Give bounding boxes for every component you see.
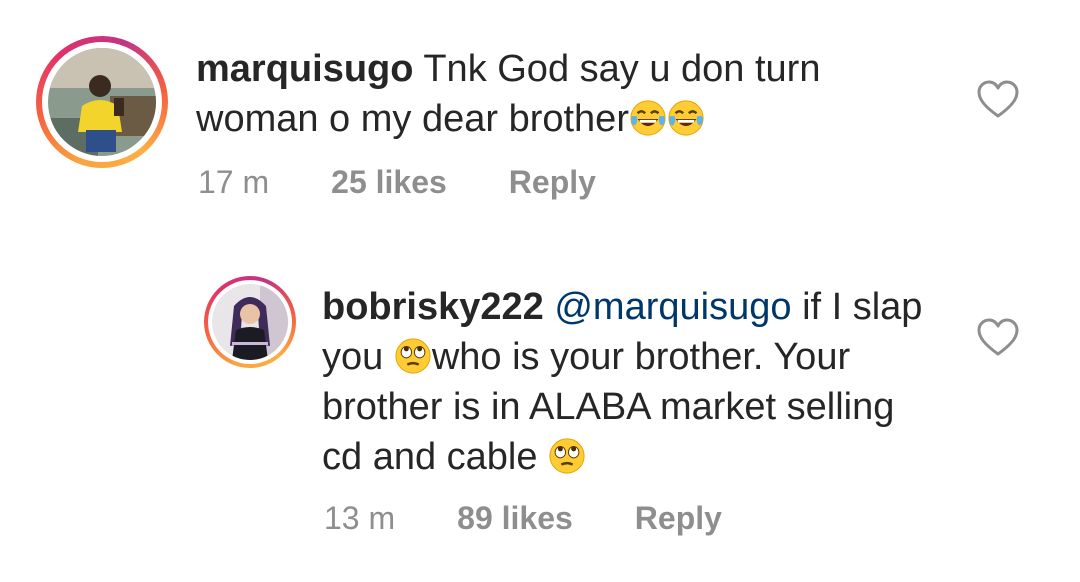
heart-icon[interactable] <box>976 80 1020 120</box>
likes-count[interactable]: 89 likes <box>457 500 573 537</box>
comment-item: marquisugo Tnk God say u don turn woman … <box>0 30 1080 220</box>
comment-time: 13 m <box>324 500 396 536</box>
comment-meta: 13 m 89 likes Reply <box>324 500 722 537</box>
comment-username[interactable]: bobrisky222 <box>322 286 544 328</box>
face-with-rolling-eyes-icon <box>394 337 432 375</box>
comment-meta: 17 m 25 likes Reply <box>198 164 596 201</box>
avatar-image <box>48 48 156 156</box>
comment-item: bobrisky222 @marquisugo if I slap you wh… <box>0 270 1080 570</box>
comment-mention[interactable]: @marquisugo <box>554 286 791 328</box>
comment-time: 17 m <box>198 164 270 200</box>
avatar[interactable] <box>204 276 296 368</box>
reply-button[interactable]: Reply <box>635 500 722 537</box>
likes-count[interactable]: 25 likes <box>331 164 447 201</box>
face-with-tears-of-joy-icon <box>667 99 705 137</box>
face-with-rolling-eyes-icon <box>548 437 586 475</box>
reply-button[interactable]: Reply <box>509 164 596 201</box>
comment-text: marquisugo Tnk God say u don turn woman … <box>196 44 916 144</box>
face-with-tears-of-joy-icon <box>629 99 667 137</box>
comment-username[interactable]: marquisugo <box>196 48 413 90</box>
avatar-image <box>212 284 288 360</box>
comment-text: bobrisky222 @marquisugo if I slap you wh… <box>322 282 942 482</box>
heart-icon[interactable] <box>976 318 1020 358</box>
avatar[interactable] <box>36 36 168 168</box>
